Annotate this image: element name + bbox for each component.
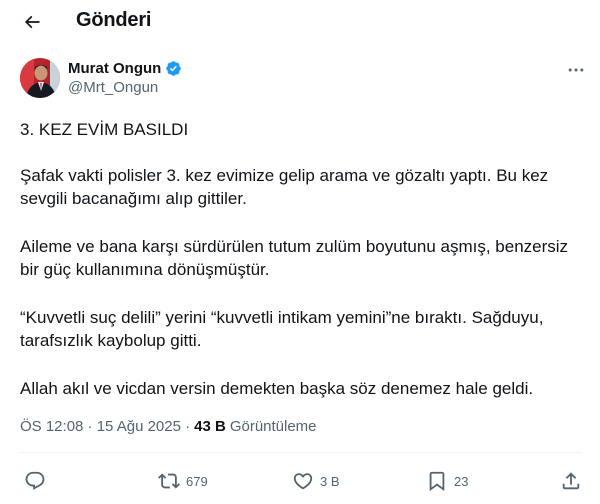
bookmark-icon [429,471,445,492]
share-icon [562,472,580,490]
like-button[interactable]: 3 B [292,466,340,496]
more-options-button[interactable] [562,58,590,82]
divider [20,452,582,453]
heart-icon [293,473,313,490]
author-name[interactable]: Murat Ongun [68,60,161,77]
bookmark-count: 23 [454,473,469,489]
repost-icon [158,473,180,489]
share-button[interactable] [560,466,582,496]
arrow-left-icon [24,15,40,29]
reply-button[interactable] [24,466,52,496]
author-handle[interactable]: @Mrt_Ongun [68,79,182,96]
page-title: Gönderi [76,9,152,31]
views-label: Görüntüleme [229,418,317,435]
avatar-image [20,58,60,98]
page-header: Gönderi [0,0,600,44]
reply-icon [25,471,45,490]
views-count: 43 B [194,418,226,435]
tweet-paragraph: Şafak vakti polisler 3. kez evimize geli… [20,166,549,208]
tweet-paragraph: “Kuvvetli suç delili” yerini “kuvvetli i… [20,308,544,350]
avatar[interactable] [20,58,60,98]
bookmark-button[interactable]: 23 [426,466,468,496]
like-count: 3 B [320,473,340,489]
back-button[interactable] [14,4,50,40]
repost-button[interactable]: 679 [158,466,208,496]
author-block: Murat Ongun @Mrt_Ongun [68,60,182,96]
more-horizontal-icon [568,68,584,72]
tweet-paragraph: 3. KEZ EVİM BASILDI [20,120,189,139]
tweet-meta: ÖS 12:08 · 15 Ağu 2025 · 43 B Görüntülem… [20,418,317,435]
author-name-row: Murat Ongun [68,60,182,77]
action-bar: 679 3 B 23 [0,466,600,496]
verified-badge-icon [166,61,182,76]
tweet-paragraph: Allah akıl ve vicdan versin demekten baş… [20,379,534,398]
repost-count: 679 [186,473,208,489]
tweet-timestamp[interactable]: ÖS 12:08 · 15 Ağu 2025 · [20,418,190,435]
tweet-paragraph: Aileme ve bana karşı sürdürülen tutum zu… [20,237,569,279]
